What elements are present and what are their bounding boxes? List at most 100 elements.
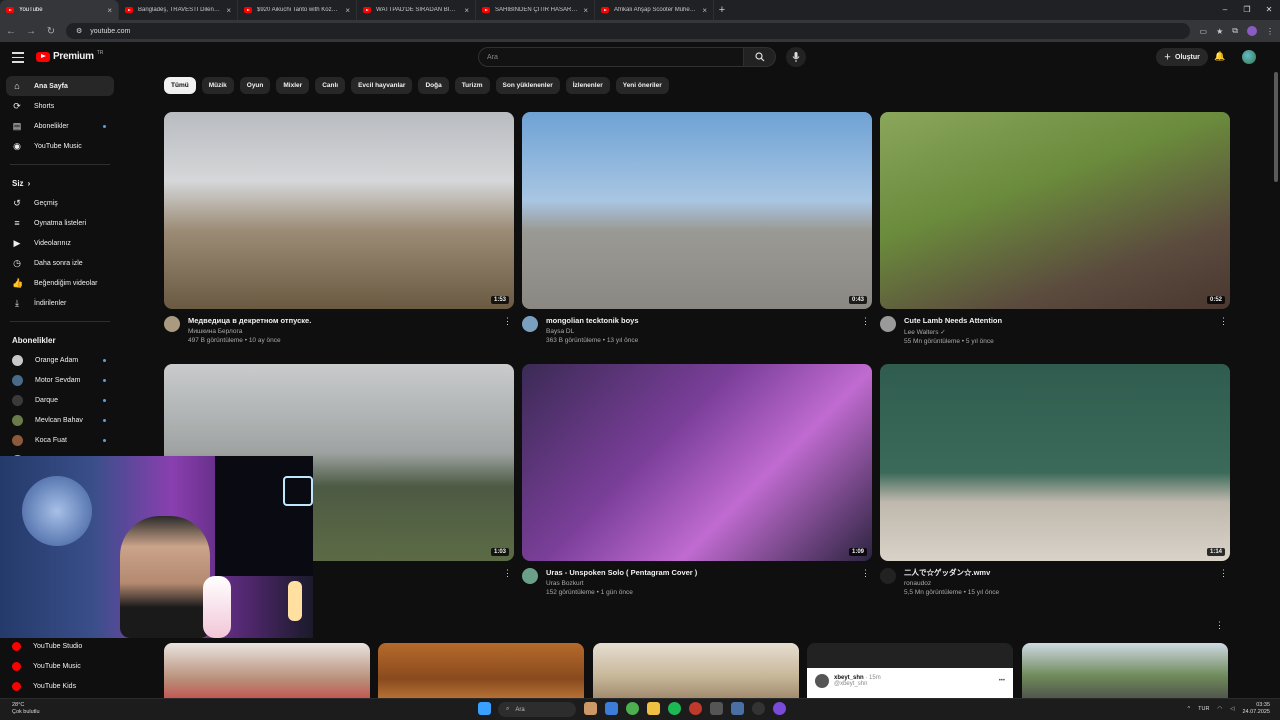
extensions-icon[interactable]: ⧉ <box>1232 26 1238 36</box>
browser-tab[interactable]: $920 Aikuchi Tanto with Kozuka × <box>238 0 357 20</box>
filter-chip[interactable]: Yeni öneriler <box>615 77 669 94</box>
close-tab-icon[interactable]: × <box>226 6 231 15</box>
obs-icon[interactable] <box>752 702 765 715</box>
reload-icon[interactable]: ↻ <box>46 26 56 37</box>
menu-dots-icon[interactable]: ⋮ <box>1266 27 1274 36</box>
install-icon[interactable]: ▭ <box>1200 27 1208 36</box>
sidebar-item[interactable]: ↺ Geçmiş <box>6 193 114 213</box>
steam-icon[interactable] <box>605 702 618 715</box>
sidebar-item[interactable]: YouTube Music <box>6 656 114 676</box>
subscription-item[interactable]: Mevlcan Bahav <box>6 410 114 430</box>
more-options-icon[interactable]: ⋮ <box>503 316 512 327</box>
settings-icon[interactable] <box>710 702 723 715</box>
subscription-item[interactable]: Orange Adam <box>6 350 114 370</box>
sidebar-item[interactable]: ◉ YouTube Music <box>6 136 114 156</box>
channel-avatar[interactable] <box>164 316 180 332</box>
browser-tab[interactable]: YouTube × <box>0 0 119 20</box>
video-thumbnail[interactable]: 1:09 <box>522 364 872 561</box>
account-avatar[interactable] <box>1242 50 1256 64</box>
more-options-icon[interactable]: ⋮ <box>861 316 870 327</box>
close-window-icon[interactable]: ✕ <box>1258 0 1280 20</box>
sidebar-item[interactable]: ⌂ Ana Sayfa <box>6 76 114 96</box>
browser-tab[interactable]: Afrikalı Ahşap Scooter Mühendisi × <box>595 0 714 20</box>
video-title[interactable]: Uras - Unspoken Solo ( Pentagram Cover ) <box>546 568 697 578</box>
close-tab-icon[interactable]: × <box>583 6 588 15</box>
more-options-icon[interactable]: ⋮ <box>1219 316 1228 327</box>
wifi-icon[interactable]: ◠ <box>1217 706 1222 712</box>
video-card[interactable]: 1:53 Медведица в декретном отпуске. Мишкин… <box>164 112 514 344</box>
discord-icon[interactable] <box>773 702 786 715</box>
start-icon[interactable] <box>478 702 491 715</box>
browser-tab[interactable]: Bangladeş, TRAVESTİ Dilenciler × <box>119 0 238 20</box>
channel-avatar[interactable] <box>522 568 538 584</box>
forward-icon[interactable]: → <box>26 26 36 37</box>
more-options-icon[interactable]: ⋮ <box>503 568 512 579</box>
filter-chip[interactable]: Son yüklenenler <box>495 77 560 94</box>
channel-avatar[interactable] <box>880 568 896 584</box>
filter-chip[interactable]: Oyun <box>239 77 271 94</box>
file-explorer-icon[interactable] <box>647 702 660 715</box>
video-thumbnail[interactable] <box>164 643 370 703</box>
video-thumbnail[interactable] <box>593 643 799 703</box>
sidebar-item[interactable]: ▤ Abonelikler <box>6 116 114 136</box>
bookmark-star-icon[interactable]: ★ <box>1216 27 1223 36</box>
search-input[interactable]: Ara <box>478 47 744 67</box>
create-button[interactable]: ＋ Oluştur <box>1156 48 1208 66</box>
video-title[interactable]: Медведица в декретном отпуске. <box>188 316 311 326</box>
subscription-item[interactable]: Motor Sevdam <box>6 370 114 390</box>
notifications-bell-icon[interactable]: 🔔 <box>1214 51 1225 62</box>
video-card[interactable]: 0:43 mongolian tecktonik boys Baysa DL 363 … <box>522 112 872 344</box>
video-thumbnail[interactable]: 1:53 <box>164 112 514 309</box>
url-field[interactable]: ⚙ youtube.com <box>66 23 1190 39</box>
channel-name[interactable]: Uras Bozkurt <box>546 580 697 587</box>
spotify-icon[interactable] <box>668 702 681 715</box>
subscription-item[interactable]: Koca Fuat <box>6 430 114 450</box>
weather-widget[interactable]: 28°C Çok bulutlu <box>12 702 40 716</box>
clock[interactable]: 03:35 24.07.2025 <box>1242 702 1270 716</box>
video-thumbnail[interactable]: 0:43 <box>522 112 872 309</box>
sidebar-item[interactable]: YouTube Studio <box>6 636 114 656</box>
new-tab-button[interactable]: + <box>714 4 730 16</box>
video-thumbnail[interactable]: xbeyt_shn · 15m @xbeyt_shn ••• <box>807 643 1013 703</box>
video-thumbnail[interactable] <box>378 643 584 703</box>
search-button[interactable] <box>744 47 776 67</box>
filter-chip[interactable]: Doğa <box>418 77 449 94</box>
browser-tab[interactable]: WATTPAD'DE SIRADAN BIR GÜN × <box>357 0 476 20</box>
video-title[interactable]: 二人で☆ゲッダン☆.wmv <box>904 568 999 578</box>
more-options-icon[interactable]: ⋮ <box>1215 620 1224 631</box>
video-thumbnail[interactable] <box>1022 643 1228 703</box>
tray-chevron-icon[interactable]: ^ <box>1188 706 1191 712</box>
sidebar-item[interactable]: ⟳ Shorts <box>6 96 114 116</box>
page-scrollbar[interactable] <box>1274 72 1278 182</box>
language-indicator[interactable]: TUR <box>1198 706 1209 712</box>
video-title[interactable]: mongolian tecktonik boys <box>546 316 639 326</box>
channel-name[interactable]: Мишкина Берлога <box>188 328 311 335</box>
sidebar-item[interactable]: ▶ Videolarınız <box>6 233 114 253</box>
more-options-icon[interactable]: ⋮ <box>1219 568 1228 579</box>
filter-chip[interactable]: Mixler <box>276 77 310 94</box>
close-tab-icon[interactable]: × <box>464 6 469 15</box>
filter-chip[interactable]: İzlenenler <box>565 77 610 94</box>
channel-name[interactable]: Baysa DL <box>546 328 639 335</box>
subscription-item[interactable]: Darque <box>6 390 114 410</box>
voice-search-button[interactable] <box>786 47 806 67</box>
more-options-icon[interactable]: ⋮ <box>861 568 870 579</box>
volume-icon[interactable]: ◁ <box>1230 706 1234 712</box>
sidebar-item[interactable]: ⤓ İndirilenler <box>6 293 114 313</box>
channel-name[interactable]: Lee Walters ✓ <box>904 328 1002 336</box>
opera-icon[interactable] <box>689 702 702 715</box>
close-tab-icon[interactable]: × <box>345 6 350 15</box>
menu-icon[interactable] <box>12 52 24 66</box>
minimize-icon[interactable]: – <box>1214 0 1236 20</box>
back-icon[interactable]: ← <box>6 26 16 37</box>
video-card[interactable]: 0:52 Cute Lamb Needs Attention Lee Walters… <box>880 112 1230 345</box>
profile-icon[interactable] <box>1247 26 1257 36</box>
video-title[interactable]: Cute Lamb Needs Attention <box>904 316 1002 326</box>
video-thumbnail[interactable]: 1:14 <box>880 364 1230 561</box>
filter-chip[interactable]: Evcil hayvanlar <box>351 77 413 94</box>
close-tab-icon[interactable]: × <box>702 6 707 15</box>
taskbar-search[interactable]: ⌕ Ara <box>498 702 576 717</box>
filter-chip[interactable]: Müzik <box>201 77 234 94</box>
sidebar-item[interactable]: 👍 Beğendiğim videolar <box>6 273 114 293</box>
video-card[interactable]: 1:14 二人で☆ゲッダン☆.wmv ronaudoz 5,5 Mn görüntül… <box>880 364 1230 596</box>
